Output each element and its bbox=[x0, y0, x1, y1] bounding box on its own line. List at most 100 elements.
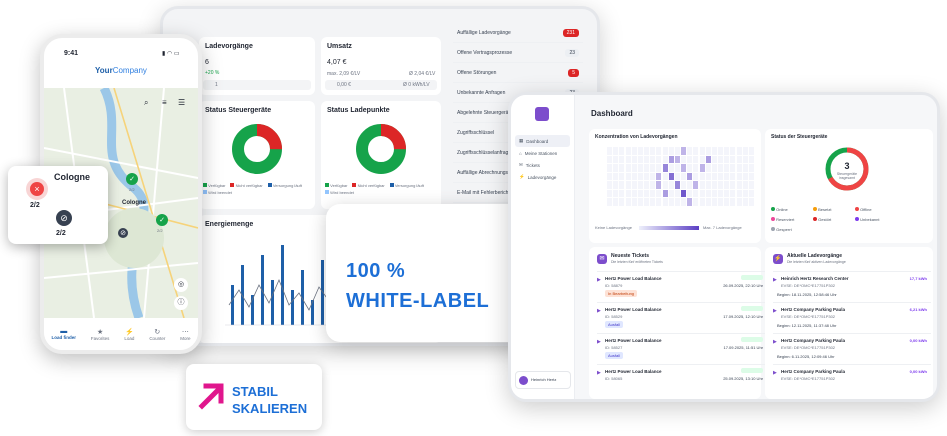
heatmap-cell bbox=[613, 181, 619, 189]
nav-more[interactable]: ⋯ More bbox=[180, 328, 190, 341]
tickets-title: Neueste Tickets bbox=[611, 253, 649, 259]
arrow-up-right-icon bbox=[198, 383, 224, 410]
heatmap-cell bbox=[742, 155, 748, 164]
counter-icon: ↻ bbox=[154, 328, 161, 336]
ticket-row-icon: ▶ bbox=[597, 339, 601, 345]
side-list-row[interactable]: Offene Störungen 5 bbox=[453, 63, 583, 83]
map-nav-icon: ▬ bbox=[60, 328, 68, 335]
heatmap-cell bbox=[718, 155, 724, 164]
ticket-card-icon: ✉ bbox=[597, 254, 607, 264]
umsatz-row: 0,00 € Ø 0 kWh/LV bbox=[325, 80, 437, 90]
heatmap-cell bbox=[613, 172, 619, 181]
blocked-icon[interactable]: ⊘ bbox=[56, 210, 72, 226]
heatmap-cell bbox=[742, 164, 748, 172]
heatmap-cell bbox=[631, 164, 637, 172]
nav-load[interactable]: ⚡ Load bbox=[124, 328, 134, 341]
app-logo bbox=[535, 107, 549, 121]
status-legend-item: Gestört bbox=[813, 217, 847, 222]
heatmap-cell bbox=[619, 172, 625, 181]
ticket-icon: ✉ bbox=[519, 162, 523, 167]
list-icon[interactable]: ☰ bbox=[178, 98, 185, 107]
charging-evse: EVSE: DE*OMC*E17751P302 bbox=[781, 376, 836, 381]
map-pin-available[interactable]: ✓ bbox=[126, 173, 138, 185]
status-ladepunkte-card[interactable]: Status Ladepunkte Verfügbar Nicht verfüg… bbox=[321, 101, 441, 209]
side-list-row[interactable]: Auffällige Ladevorgänge 231 bbox=[453, 23, 583, 43]
map-pin-available-2[interactable]: ✓ bbox=[156, 214, 168, 226]
heatmap-cell bbox=[681, 147, 687, 155]
ticket-date: 26.09.2025, 22:10 Uhr bbox=[723, 283, 763, 288]
ladevorgaenge-card[interactable]: Ladevorgänge 6 +20 % 1 bbox=[199, 37, 315, 95]
status-legend-item: Gesperrt bbox=[771, 227, 805, 232]
charging-title: Aktuelle Ladevorgänge bbox=[787, 253, 843, 259]
status-icons: ▮ ◠ ▭ bbox=[162, 51, 180, 57]
heatmap-cell bbox=[668, 181, 674, 189]
heatmap-cell bbox=[687, 172, 693, 181]
map-pin-blocked[interactable]: ⊘ bbox=[118, 228, 128, 238]
charging-row-icon: ▶ bbox=[773, 277, 777, 283]
user-chip[interactable]: Heinrich Hertz bbox=[515, 371, 571, 389]
charging-evse: EVSE: DE*OMC*E17751P302 bbox=[781, 345, 836, 350]
nav-dashboard[interactable]: ▦ Dashboard bbox=[515, 135, 570, 147]
tickets-card[interactable]: ✉ Neueste Tickets Die letzten fünf eröff… bbox=[589, 247, 767, 399]
search-icon[interactable]: ⌕ bbox=[144, 98, 148, 108]
heatmap-cell bbox=[718, 172, 724, 181]
nav-tickets[interactable]: ✉ Tickets bbox=[511, 159, 574, 171]
heatmap-cell bbox=[631, 172, 637, 181]
ticket-row[interactable]: ▶ Hertz Power Load Balance ID: 58065 25.09.… bbox=[597, 364, 767, 399]
ticket-state-pill bbox=[741, 337, 763, 342]
heatmap-cell bbox=[711, 147, 717, 155]
heatmap-cell bbox=[637, 181, 643, 189]
status-legend-label: Reserviert bbox=[776, 217, 795, 222]
heatmap-cell bbox=[619, 198, 625, 206]
bottom-nav: ▬ Load finder ★ Favorites ⚡ Load ↻ Counter ⋯… bbox=[44, 318, 198, 350]
popup-count-a: 2/2 bbox=[30, 202, 40, 209]
user-name: Heinrich Hertz bbox=[531, 377, 557, 382]
ticket-date: 17.09.2025, 11:51 Uhr bbox=[723, 345, 763, 350]
charging-name: Hertz Company Parking Paula bbox=[781, 338, 846, 343]
heatmap-cell bbox=[644, 198, 650, 206]
heatmap-cell bbox=[650, 172, 656, 181]
popup-title: Cologne bbox=[54, 172, 90, 182]
nav-counter[interactable]: ↻ Counter bbox=[149, 328, 165, 341]
ladevorgaenge-title: Ladevorgänge bbox=[205, 43, 253, 50]
heatmap-card[interactable]: Konzentration von Ladevorgängen Keine La… bbox=[589, 129, 761, 243]
heatmap-cell bbox=[613, 189, 619, 198]
ticket-state-pill bbox=[741, 275, 763, 280]
status-steuergeraete-front-card[interactable]: Status der Steuergeräte 3 Steuergeräte i… bbox=[765, 129, 933, 243]
heatmap-cell bbox=[736, 181, 742, 189]
nav-load-finder[interactable]: ▬ Load finder bbox=[51, 328, 76, 340]
umsatz-title: Umsatz bbox=[327, 43, 352, 50]
heatmap-cell bbox=[656, 181, 662, 189]
heatmap-cell bbox=[699, 155, 705, 164]
nav-stationen[interactable]: ⌂ Meine Stationen bbox=[511, 147, 574, 159]
charging-row[interactable]: ▶ Hertz Company Parking Paula EVSE: DE*OMC… bbox=[773, 364, 931, 399]
side-list-label: Offene Vertragsprozesse bbox=[457, 49, 513, 56]
heatmap-cell bbox=[619, 147, 625, 155]
heatmap-cell bbox=[613, 155, 619, 164]
popup-error-pin[interactable]: × bbox=[26, 178, 48, 200]
heatmap-cell bbox=[650, 155, 656, 164]
heatmap-cell bbox=[613, 198, 619, 206]
stabil-line1: STABIL bbox=[232, 384, 278, 399]
popup-count-b: 2/2 bbox=[56, 230, 66, 237]
umsatz-card[interactable]: Umsatz 4,07 € max. 2,09 €/LV Ø 2,04 €/LV… bbox=[321, 37, 441, 95]
ticket-name: Hertz Power Load Balance bbox=[605, 307, 662, 312]
status-steuergeraete-card[interactable]: Status Steuergeräte Verfügbar Nicht verf… bbox=[199, 101, 315, 209]
heatmap-cell bbox=[748, 147, 754, 155]
umsatz-row-value: 0,00 € bbox=[337, 82, 351, 88]
side-list-row[interactable]: Offene Vertragsprozesse 23 bbox=[453, 43, 583, 63]
info-icon[interactable]: ⓘ bbox=[174, 296, 188, 310]
filter-icon[interactable]: ≡ bbox=[162, 98, 167, 107]
status-legend-label: Online bbox=[776, 207, 788, 212]
nav-favorites[interactable]: ★ Favorites bbox=[91, 328, 110, 341]
cologne-popup[interactable]: Cologne × 2/2 ⊘ 2/2 bbox=[8, 166, 108, 244]
locate-icon[interactable]: ◎ bbox=[174, 278, 188, 292]
heatmap-cell bbox=[742, 189, 748, 198]
heatmap-cell bbox=[668, 147, 674, 155]
heatmap-cell bbox=[668, 198, 674, 206]
nav-ladevorgaenge[interactable]: ⚡ Ladevorgänge bbox=[511, 171, 574, 183]
heatmap-cell bbox=[742, 147, 748, 155]
charging-card[interactable]: ⚡ Aktuelle Ladevorgänge Die letzten fünf… bbox=[765, 247, 933, 399]
brand-prefix: Your bbox=[95, 66, 113, 75]
status-legend-item: Reserviert bbox=[771, 217, 805, 222]
